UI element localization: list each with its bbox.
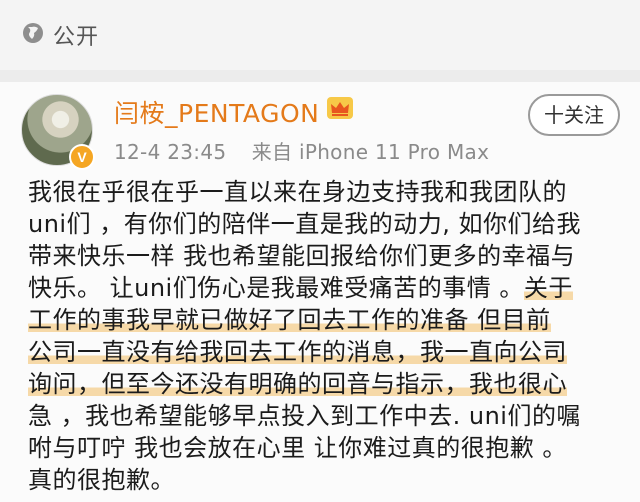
post-source: 来自 iPhone 11 Pro Max [251, 140, 490, 164]
content-line: 急 ，我也希望能够早点投入到工作中去. uni们的嘱 [28, 402, 581, 430]
content-line: 工作的事我早就已做好了回去工作的准备 但目前 [28, 304, 628, 336]
highlighted-text: 关于 [523, 274, 573, 302]
highlighted-text: 工作的事我早就已做好了回去工作的准备 但目前 [28, 306, 551, 334]
content-line: 咐与叮咛 我也会放在心里 让你难过真的很抱歉 。 [28, 434, 567, 462]
avatar[interactable]: V [21, 94, 95, 170]
highlighted-text: 询问，但至今还没有明确的回音与指示，我也很心 [28, 370, 567, 398]
post-content: 我很在乎很在乎一直以来在身边支持我和我团队的 uni们 ，有你们的陪伴一直是我的… [28, 176, 628, 496]
verified-icon: V [69, 144, 95, 170]
post-header-bar: 公开 [0, 0, 640, 70]
globe-icon [23, 23, 43, 43]
weibo-post: V 闫桉_PENTAGON 12-4 23:45 来自 iPhone 11 Pr… [0, 82, 640, 502]
content-line: 询问，但至今还没有明确的回音与指示，我也很心 [28, 368, 628, 400]
content-segment: 快乐。 让uni们伤心是我最难受痛苦的事情 。 [28, 274, 524, 302]
content-line: 公司一直没有给我回去工作的消息，我一直向公司 [28, 336, 628, 368]
post-meta: 12-4 23:45 来自 iPhone 11 Pro Max [114, 136, 489, 165]
follow-button[interactable]: 十关注 [528, 94, 620, 136]
crown-icon [327, 97, 353, 119]
divider [0, 70, 640, 82]
visibility-label: 公开 [53, 25, 100, 50]
timestamp: 12-4 23:45 [114, 140, 227, 164]
content-line: uni们 ，有你们的陪伴一直是我的动力, 如你们给我 [28, 210, 581, 238]
content-line: 带来快乐一样 我也希望能回报给你们更多的幸福与 [28, 242, 576, 270]
content-line: 快乐。 让uni们伤心是我最难受痛苦的事情 。关于 [28, 272, 628, 304]
username[interactable]: 闫桉_PENTAGON [114, 94, 319, 130]
highlighted-text: 公司一直没有给我回去工作的消息，我一直向公司 [28, 338, 567, 366]
content-line: 真的很抱歉。 [28, 466, 175, 494]
content-line: 我很在乎很在乎一直以来在身边支持我和我团队的 [28, 178, 567, 206]
